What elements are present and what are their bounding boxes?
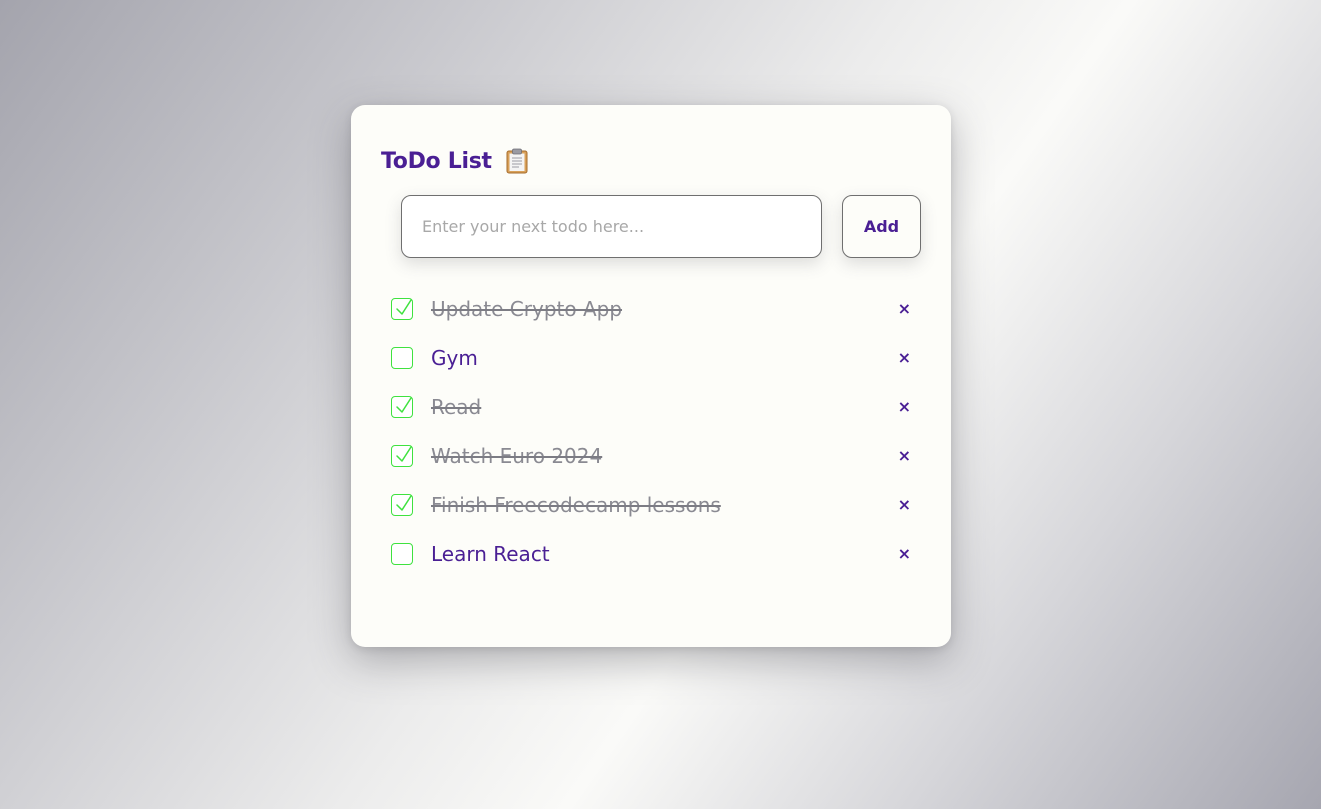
header: ToDo List	[381, 145, 528, 177]
check-icon	[396, 445, 412, 462]
todo-item[interactable]: Watch Euro 2024 ×	[391, 431, 921, 480]
todo-card: ToDo List Add Update Crypto App×Gym×Read…	[351, 105, 951, 647]
delete-icon[interactable]: ×	[898, 349, 911, 366]
todo-text: Update Crypto App	[431, 296, 623, 321]
delete-icon[interactable]: ×	[898, 300, 911, 317]
delete-icon[interactable]: ×	[898, 545, 911, 562]
delete-icon[interactable]: ×	[898, 496, 911, 513]
todo-text: Watch Euro 2024	[431, 443, 603, 468]
todo-item[interactable]: Gym ×	[391, 333, 921, 382]
checkbox-checked[interactable]	[391, 395, 413, 418]
checkbox-unchecked[interactable]	[391, 542, 413, 565]
delete-icon[interactable]: ×	[898, 398, 911, 415]
check-icon	[396, 298, 412, 315]
todo-item[interactable]: Update Crypto App ×	[391, 284, 921, 333]
todo-text: Gym	[431, 345, 478, 370]
todo-text: Finish Freecodecamp lessons	[431, 492, 721, 517]
todo-item[interactable]: Finish Freecodecamp lessons ×	[391, 480, 921, 529]
clipboard-icon	[506, 148, 528, 174]
add-todo-form: Add	[401, 195, 921, 258]
page-title: ToDo List	[381, 148, 492, 174]
todo-list: Update Crypto App × Gym × Read × Watch Euro 20…	[391, 284, 921, 578]
delete-icon[interactable]: ×	[898, 447, 911, 464]
checkbox-unchecked[interactable]	[391, 346, 413, 369]
checkbox-checked[interactable]	[391, 444, 413, 467]
add-button[interactable]: Add	[842, 195, 921, 258]
check-icon	[396, 396, 412, 413]
todo-text: Read	[431, 394, 482, 419]
checkbox-checked[interactable]	[391, 493, 413, 516]
todo-item[interactable]: Learn React ×	[391, 529, 921, 578]
todo-input[interactable]	[401, 195, 822, 258]
todo-text: Learn React	[431, 541, 550, 566]
check-icon	[396, 494, 412, 511]
todo-item[interactable]: Read ×	[391, 382, 921, 431]
checkbox-checked[interactable]	[391, 297, 413, 320]
